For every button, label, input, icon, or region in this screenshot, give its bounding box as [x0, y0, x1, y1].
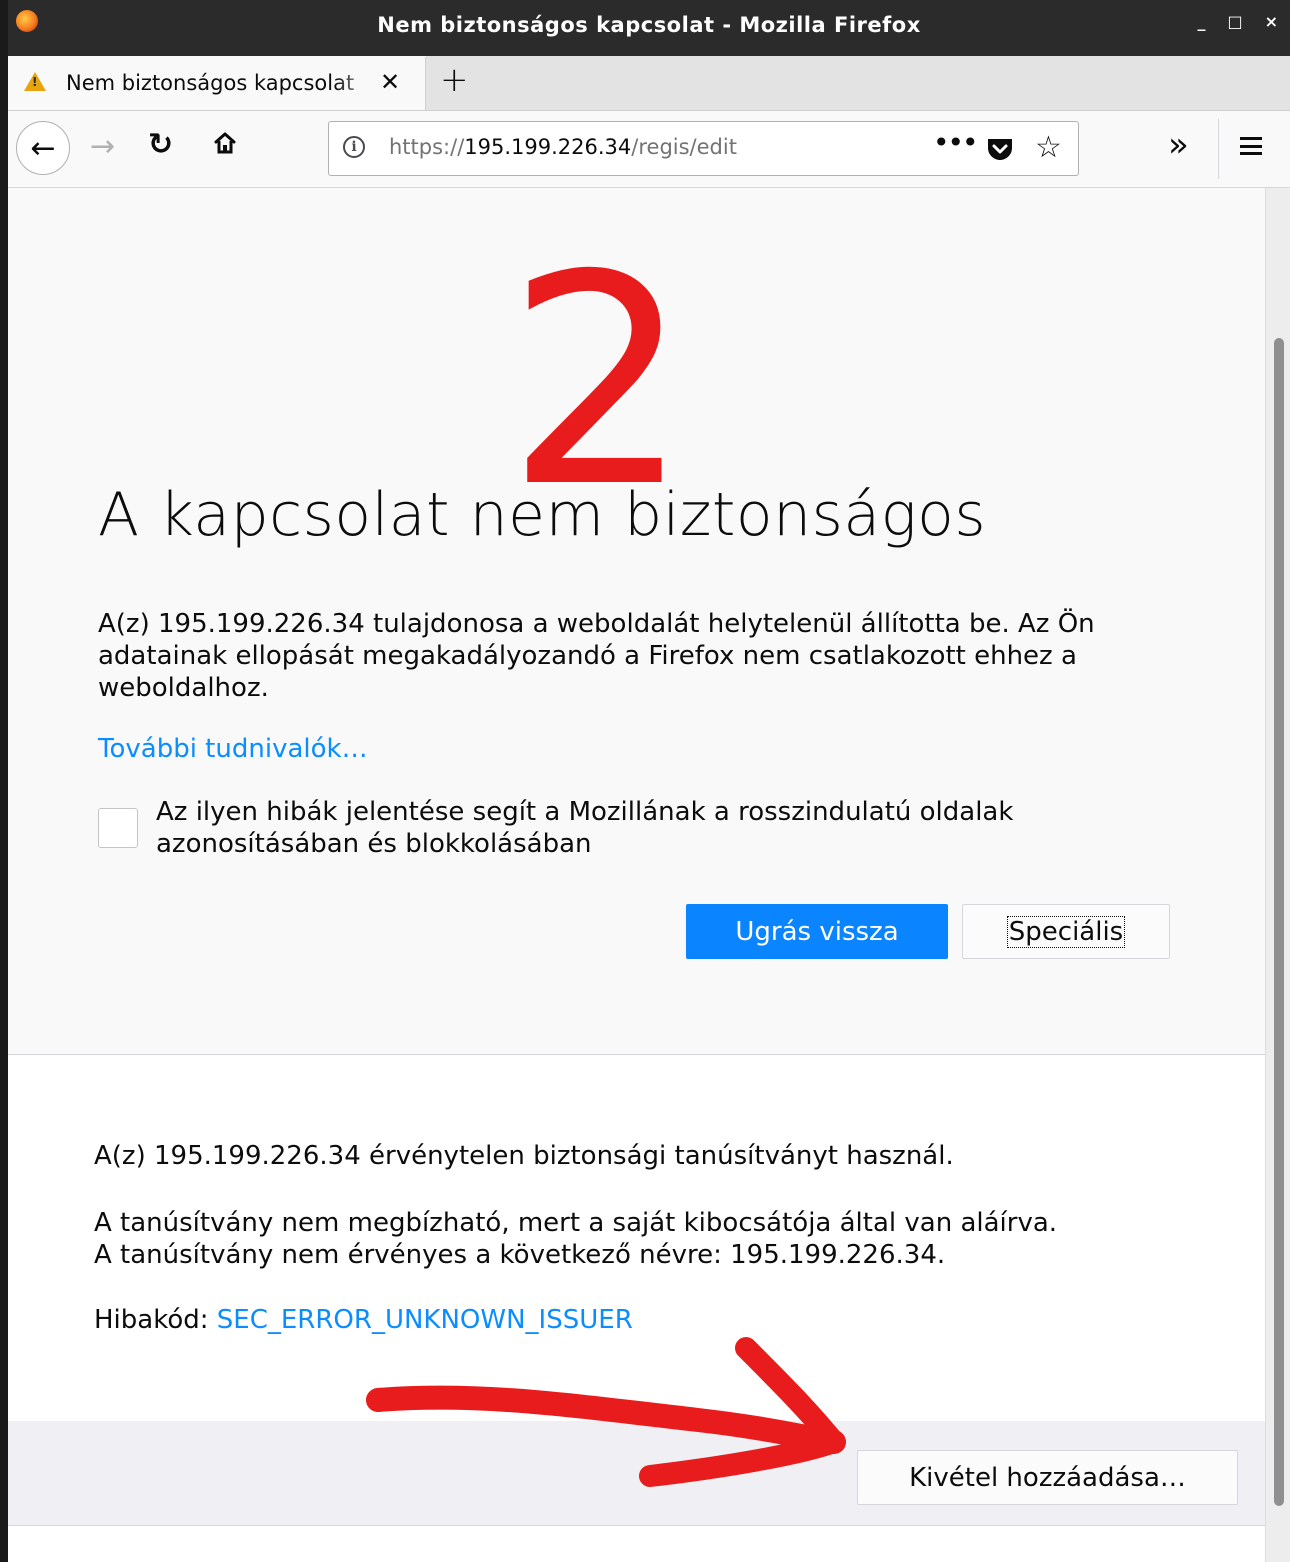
browser-window: Nem biztonságos kapcsolat - Mozilla Fire…: [8, 0, 1290, 1562]
error-page: 2 A kapcsolat nem biztonságos A(z) 195.1…: [8, 188, 1265, 1562]
maximize-button[interactable]: □: [1227, 12, 1242, 31]
advanced-button[interactable]: Speciális: [962, 904, 1170, 959]
error-code-link[interactable]: SEC_ERROR_UNKNOWN_ISSUER: [217, 1305, 633, 1335]
scrollbar-thumb[interactable]: [1274, 338, 1284, 1506]
cert-name-mismatch-text: A tanúsítvány nem érvényes a következő n…: [94, 1240, 946, 1270]
tab-active[interactable]: Nem biztonságos kapcsolat ✕: [8, 56, 426, 110]
new-tab-button[interactable]: +: [440, 60, 469, 100]
arrow-right-icon: →: [90, 129, 116, 164]
overflow-chevron-icon[interactable]: »: [1168, 125, 1189, 165]
pocket-button[interactable]: [985, 136, 1015, 162]
tab-close-icon[interactable]: ✕: [380, 68, 400, 96]
advanced-panel: A(z) 195.199.226.34 érvénytelen biztonsá…: [8, 1054, 1265, 1562]
window-controls: _ □ ×: [1197, 12, 1278, 31]
vertical-scrollbar[interactable]: [1265, 188, 1290, 1562]
report-checkbox[interactable]: [98, 808, 138, 848]
pocket-icon: [988, 139, 1012, 160]
info-icon[interactable]: i: [343, 136, 365, 158]
report-checkbox-label: Az ilyen hibák jelentése segít a Mozillá…: [156, 797, 1014, 859]
page-actions-icon[interactable]: •••: [933, 126, 979, 159]
toolbar-separator: [1218, 119, 1219, 179]
url-text[interactable]: https://195.199.226.34/regis/edit: [389, 135, 737, 159]
tab-label: Nem biztonságos kapcsolat: [66, 71, 355, 95]
cert-self-signed-text: A tanúsítvány nem megbízható, mert a saj…: [94, 1208, 1058, 1238]
bookmark-star-icon[interactable]: ☆: [1035, 130, 1062, 165]
error-description: A(z) 195.199.226.34 tulajdonosa a webold…: [98, 609, 1095, 703]
reload-button[interactable]: ↻: [148, 127, 173, 162]
home-button[interactable]: [214, 131, 236, 155]
reload-icon: ↻: [148, 127, 174, 162]
advanced-button-label: Speciális: [1006, 915, 1126, 948]
cert-invalid-text: A(z) 195.199.226.34 érvénytelen biztonsá…: [94, 1141, 954, 1171]
home-icon: [214, 132, 236, 154]
forward-button[interactable]: →: [90, 129, 115, 164]
close-window-button[interactable]: ×: [1265, 12, 1278, 31]
go-back-button[interactable]: Ugrás vissza: [686, 904, 948, 959]
navigation-toolbar: ← → ↻ i https://195.199.226.34/regis/edi…: [8, 111, 1290, 188]
arrow-left-icon: ←: [30, 130, 56, 166]
page-title: A kapcsolat nem biztonságos: [98, 480, 987, 550]
cert-details: A tanúsítvány nem megbízható, mert a saj…: [94, 1207, 1057, 1271]
divider: [8, 1525, 1265, 1526]
warning-icon: [24, 72, 46, 91]
error-code: Hibakód: SEC_ERROR_UNKNOWN_ISSUER: [94, 1305, 633, 1335]
tab-strip: Nem biztonságos kapcsolat ✕ +: [8, 56, 1290, 111]
url-bar[interactable]: i https://195.199.226.34/regis/edit ••• …: [328, 121, 1079, 176]
window-title: Nem biztonságos kapcsolat - Mozilla Fire…: [377, 13, 921, 37]
title-bar: Nem biztonságos kapcsolat - Mozilla Fire…: [8, 0, 1290, 56]
back-button[interactable]: ←: [16, 121, 70, 175]
minimize-button[interactable]: _: [1197, 12, 1205, 31]
hamburger-menu-icon[interactable]: [1240, 137, 1262, 155]
learn-more-link[interactable]: További tudnivalók…: [98, 734, 368, 764]
add-exception-button[interactable]: Kivétel hozzáadása…: [857, 1450, 1238, 1505]
